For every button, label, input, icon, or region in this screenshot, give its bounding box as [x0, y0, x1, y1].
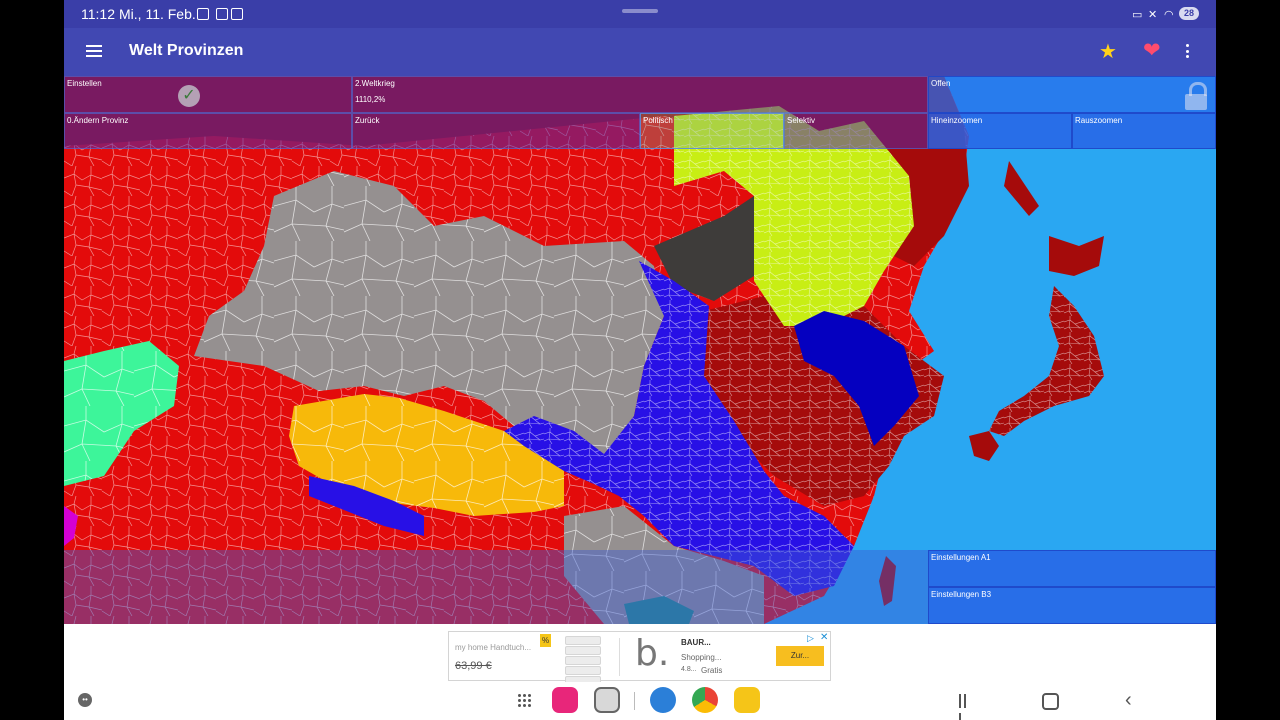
- navigation-bar: •• ‹: [64, 682, 1216, 720]
- files-app-icon[interactable]: [734, 687, 760, 713]
- check-icon[interactable]: ✓: [178, 85, 200, 107]
- ad-rating: 4.8...: [681, 666, 697, 673]
- status-bar: 11:12 Mi., 11. Feb. ▭ ✕ ◠ 28: [64, 0, 1216, 28]
- home-icon[interactable]: [1042, 693, 1059, 710]
- zoom-out-button[interactable]: Rauszoomen: [1072, 113, 1216, 149]
- province-map[interactable]: [64, 76, 1216, 624]
- more-vert-icon[interactable]: [1186, 44, 1190, 61]
- ad-category: Shopping...: [681, 653, 722, 662]
- ad-divider: [619, 638, 620, 676]
- screen-record-icon: [197, 8, 209, 20]
- ad-product-name: my home Handtuch...: [455, 643, 532, 652]
- drag-handle[interactable]: [622, 9, 658, 13]
- open-button[interactable]: Offen: [928, 76, 1216, 113]
- percentage-label: 1110,2%: [355, 95, 386, 104]
- scenario-label: 2.Weltkrieg: [355, 79, 395, 88]
- app-title: Welt Provinzen: [129, 42, 244, 59]
- settings-b3-label: Einstellungen B3: [931, 590, 992, 599]
- taskbar-separator: [634, 692, 635, 710]
- settings-b3-button[interactable]: Einstellungen B3: [928, 587, 1216, 624]
- open-label: Offen: [931, 79, 951, 88]
- japan-hokkaido[interactable]: [1049, 236, 1104, 276]
- political-button[interactable]: Politisch: [640, 113, 784, 149]
- zoom-out-label: Rauszoomen: [1075, 116, 1123, 125]
- mute-icon: ✕: [1148, 9, 1158, 21]
- change-province-label: 0.Ändern Provinz: [67, 116, 129, 125]
- back-label: Zurück: [355, 116, 380, 125]
- status-date: Mi., 11. Feb.: [119, 6, 196, 22]
- selective-label: Selektiv: [787, 116, 816, 125]
- zoom-in-button[interactable]: Hineinzoomen: [928, 113, 1072, 149]
- ad-close-icon[interactable]: ✕: [820, 632, 828, 643]
- settings-label: Einstellen: [67, 79, 102, 88]
- heart-icon[interactable]: ❤: [1143, 38, 1161, 63]
- settings-a1-label: Einstellungen A1: [931, 553, 991, 562]
- towel-stack-image: [565, 636, 601, 685]
- status-time: 11:12: [81, 6, 115, 22]
- ad-brand: BAUR...: [681, 638, 711, 647]
- political-label: Politisch: [643, 116, 673, 125]
- check-notification-icon: [216, 8, 228, 20]
- back-icon[interactable]: ‹: [1125, 690, 1132, 710]
- chrome-app-icon[interactable]: [692, 687, 718, 713]
- ad-discount-badge: %: [540, 634, 551, 647]
- app-frame: 11:12 Mi., 11. Feb. ▭ ✕ ◠ 28 Welt Provin…: [64, 0, 1216, 720]
- selective-button[interactable]: Selektiv: [784, 113, 928, 149]
- ad-banner[interactable]: my home Handtuch... % 63,99 € b. BAUR...…: [448, 631, 831, 685]
- back-button[interactable]: Zurück: [352, 113, 640, 149]
- recents-icon[interactable]: [959, 694, 973, 720]
- zoom-in-label: Hineinzoomen: [931, 116, 983, 125]
- battery-icon: 28: [1179, 7, 1199, 20]
- settings-a1-button[interactable]: Einstellungen A1: [928, 550, 1216, 587]
- world-map[interactable]: [64, 76, 1216, 624]
- lock-icon[interactable]: [1185, 82, 1207, 110]
- sakhalin[interactable]: [1004, 161, 1039, 216]
- assistant-icon[interactable]: ••: [78, 693, 92, 707]
- ad-free-label: Gratis: [701, 666, 723, 675]
- ad-price: 63,99 €: [455, 660, 492, 672]
- hamburger-menu-icon[interactable]: [86, 45, 102, 57]
- wifi-icon: ◠: [1164, 9, 1174, 21]
- gallery-notification-icon: [231, 8, 243, 20]
- change-province-button[interactable]: 0.Ändern Provinz: [64, 113, 352, 149]
- bottom-overlay-panel: [64, 550, 928, 624]
- camera-app-icon[interactable]: [594, 687, 620, 713]
- app-drawer-icon[interactable]: [518, 694, 532, 708]
- ad-cta-button[interactable]: Zur...: [776, 646, 824, 666]
- adchoices-icon[interactable]: ▷: [807, 633, 814, 644]
- browser-app-icon[interactable]: [650, 687, 676, 713]
- province-borders: [989, 286, 1104, 436]
- gallery-app-icon[interactable]: [552, 687, 578, 713]
- ad-bar: my home Handtuch... % 63,99 € b. BAUR...…: [64, 624, 1216, 685]
- scenario-button[interactable]: 2.Weltkrieg 1110,2%: [352, 76, 928, 113]
- japan-kyushu[interactable]: [969, 431, 999, 461]
- star-icon[interactable]: ★: [1099, 39, 1117, 64]
- cast-icon: ▭: [1132, 9, 1143, 21]
- settings-button[interactable]: Einstellen ✓: [64, 76, 352, 113]
- app-bar: Welt Provinzen ★ ❤: [64, 28, 1216, 76]
- baur-logo: b.: [635, 633, 670, 674]
